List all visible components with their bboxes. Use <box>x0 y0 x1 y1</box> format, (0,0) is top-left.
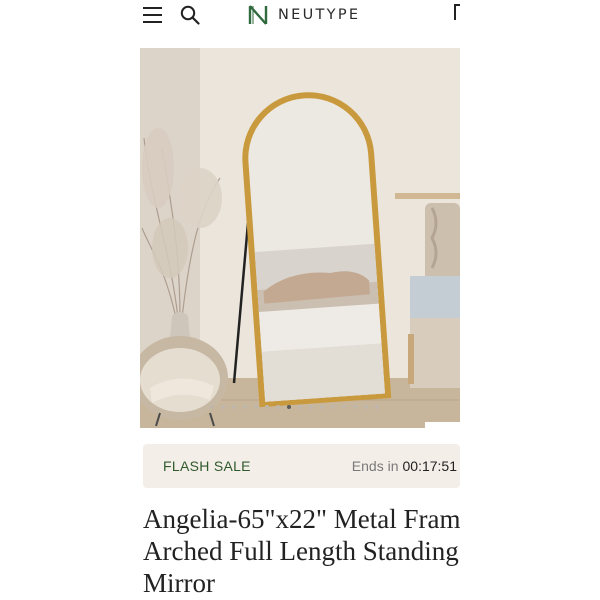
countdown: Ends in 00:17:51 <box>352 458 457 474</box>
zoom-button[interactable] <box>425 422 460 428</box>
gallery-dots[interactable] <box>210 405 379 409</box>
countdown-timer: 00:17:51 <box>402 458 458 474</box>
flash-sale-label: FLASH SALE <box>163 458 251 474</box>
gallery-dot[interactable] <box>254 405 258 409</box>
product-photo <box>140 48 460 428</box>
logo-text: NEUTYPE <box>278 7 361 23</box>
gallery-dot[interactable] <box>298 405 302 409</box>
search-icon[interactable] <box>180 5 200 25</box>
gallery-dot-active[interactable] <box>287 405 291 409</box>
gallery-dot[interactable] <box>331 405 335 409</box>
gallery-dot[interactable] <box>375 405 379 409</box>
gallery-dot[interactable] <box>309 405 313 409</box>
gallery-dot[interactable] <box>232 405 236 409</box>
site-header: NEUTYPE <box>140 0 460 34</box>
gallery-dot[interactable] <box>243 405 247 409</box>
product-title-line: Angelia-65"x22" Metal Frame <box>143 504 460 534</box>
product-image[interactable] <box>140 48 460 428</box>
flash-sale-banner: FLASH SALE Ends in 00:17:51 <box>143 444 460 488</box>
gallery-dot[interactable] <box>320 405 324 409</box>
hamburger-icon[interactable] <box>143 7 162 23</box>
gallery-dot[interactable] <box>221 405 225 409</box>
product-title-line: Mirror <box>143 568 215 598</box>
cart-icon[interactable] <box>454 4 460 20</box>
ends-in-label: Ends in <box>351 458 399 474</box>
gallery-dot[interactable] <box>342 405 346 409</box>
gallery-dot[interactable] <box>210 405 214 409</box>
gallery-dot[interactable] <box>265 405 269 409</box>
logo-mark-icon <box>248 5 268 25</box>
gallery-dot[interactable] <box>276 405 280 409</box>
site-logo[interactable]: NEUTYPE <box>248 4 360 26</box>
product-title-line: Arched Full Length Standing <box>143 536 459 566</box>
gallery-dot[interactable] <box>353 405 357 409</box>
gallery-dot[interactable] <box>364 405 368 409</box>
product-title: Angelia-65"x22" Metal Frame Arched Full … <box>143 503 460 599</box>
product-page: NEUTYPE FLASH SALE Ends in 00:17:51 Ange… <box>140 0 460 600</box>
